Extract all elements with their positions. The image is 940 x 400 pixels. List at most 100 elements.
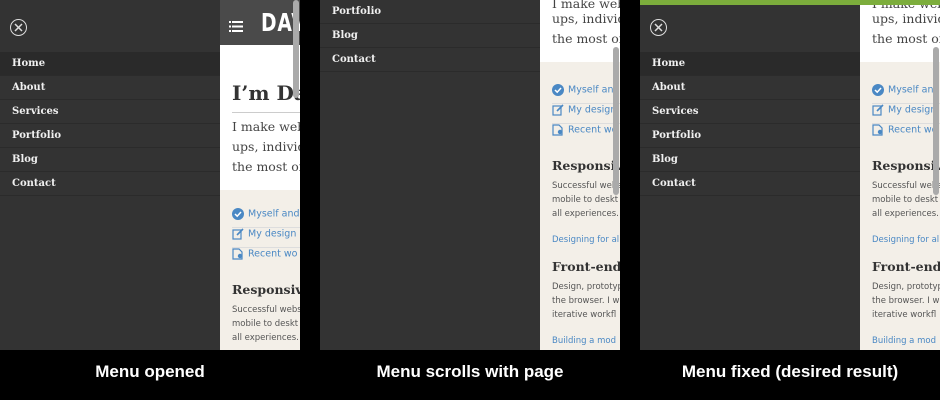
menu-item-contact[interactable]: Contact [640, 172, 860, 196]
scrollbar[interactable] [613, 47, 619, 195]
panel-menu-opened: Home About Services Portfolio Blog Conta… [0, 0, 300, 350]
section-heading: Front-end I [552, 259, 620, 274]
menu-item-blog[interactable]: Blog [0, 148, 220, 172]
section-link[interactable]: Designing for al [552, 235, 619, 245]
off-canvas-menu: Home About Services Portfolio Blog Conta… [640, 0, 860, 350]
hero: I make web ups, individ the most of [860, 0, 940, 62]
link-design[interactable]: My design [552, 104, 616, 124]
menu-item-services[interactable]: Services [0, 100, 220, 124]
menu-item-blog[interactable]: Blog [640, 148, 860, 172]
caption-menu-opened: Menu opened [95, 362, 205, 381]
hero-line: ups, individ [872, 11, 940, 26]
menu-item-home[interactable]: Home [0, 52, 220, 76]
hamburger-icon[interactable] [229, 17, 243, 36]
section-heading: Responsive [552, 158, 620, 173]
hero-line: ups, individ [552, 11, 620, 26]
check-circle-icon [872, 84, 884, 96]
link-myself[interactable]: Myself and [232, 208, 300, 228]
menu-item-blog[interactable]: Blog [320, 24, 540, 48]
document-icon [552, 124, 564, 136]
section-heading: Responsive [232, 282, 300, 297]
hero-line: ups, individ [232, 139, 300, 154]
section-text: Successful webs [872, 181, 940, 191]
off-canvas-menu: Portfolio Blog Contact [320, 0, 540, 350]
close-icon[interactable] [650, 19, 667, 36]
document-icon [232, 248, 244, 260]
hero-line: the most of [232, 159, 300, 174]
link-label: Recent wo [888, 124, 938, 136]
section-text: Design, prototyp [872, 282, 940, 292]
nav-menu: Portfolio Blog Contact [320, 0, 540, 72]
link-recent[interactable]: Recent wo [552, 124, 617, 144]
link-recent[interactable]: Recent wo [872, 124, 937, 144]
edit-icon [232, 228, 244, 240]
hero: I make web ups, individ the most of [540, 0, 620, 62]
document-icon [872, 124, 884, 136]
link-label: My design [888, 104, 937, 116]
section-text: iterative workfl [872, 310, 937, 320]
menu-item-portfolio[interactable]: Portfolio [320, 0, 540, 24]
link-myself[interactable]: Myself and [552, 84, 620, 104]
edit-icon [872, 104, 884, 116]
check-circle-icon [232, 208, 244, 220]
scrollbar[interactable] [293, 0, 299, 98]
section-text: Design, prototyp [552, 282, 620, 292]
section-text: mobile to deskt [552, 195, 619, 205]
panel-menu-scrolls: Portfolio Blog Contact I make web ups, i… [320, 0, 620, 350]
hero-line: the most of [872, 31, 940, 46]
section-link[interactable]: Building a mod [552, 336, 616, 346]
section-text: mobile to deskt [872, 195, 939, 205]
menu-item-services[interactable]: Services [640, 100, 860, 124]
section-text: all experiences. [872, 209, 939, 219]
link-label: Myself and [568, 84, 620, 96]
page-content: I make web ups, individ the most of Myse… [540, 0, 620, 350]
link-label: My design [248, 228, 297, 240]
site-header: DAV [220, 0, 300, 45]
section-text: all experiences. [232, 333, 299, 343]
section-link[interactable]: Designing for al [872, 235, 939, 245]
nav-menu: Home About Services Portfolio Blog Conta… [640, 52, 860, 196]
menu-item-home[interactable]: Home [640, 52, 860, 76]
hero-line: the most of [552, 31, 620, 46]
link-design[interactable]: My design [872, 104, 936, 124]
menu-item-contact[interactable]: Contact [320, 48, 540, 72]
hero-title: I’m Da [232, 81, 300, 105]
section-heading: Front-end I [872, 259, 940, 274]
section-text: all experiences. [552, 209, 619, 219]
menu-item-portfolio[interactable]: Portfolio [0, 124, 220, 148]
section-text: iterative workfl [552, 310, 617, 320]
close-icon[interactable] [10, 19, 27, 36]
link-recent[interactable]: Recent wo [232, 248, 297, 268]
link-label: Myself and [248, 208, 300, 220]
panel-menu-fixed: Home About Services Portfolio Blog Conta… [640, 0, 940, 350]
scrollbar[interactable] [933, 47, 939, 195]
check-circle-icon [552, 84, 564, 96]
edit-icon [552, 104, 564, 116]
off-canvas-menu: Home About Services Portfolio Blog Conta… [0, 0, 220, 350]
accent-bar [640, 0, 940, 5]
section-heading: Responsive [872, 158, 940, 173]
menu-item-contact[interactable]: Contact [0, 172, 220, 196]
section-text: the browser. I w [872, 296, 940, 306]
section-text: Successful webs [552, 181, 620, 191]
hero-rule [232, 112, 300, 113]
caption-menu-scrolls: Menu scrolls with page [376, 362, 564, 381]
link-myself[interactable]: Myself and [872, 84, 940, 104]
menu-item-about[interactable]: About [0, 76, 220, 100]
hero: I’m Da I make web ups, individ the most … [220, 45, 300, 190]
menu-item-about[interactable]: About [640, 76, 860, 100]
link-label: Myself and [888, 84, 940, 96]
page-content: I make web ups, individ the most of Myse… [860, 0, 940, 350]
link-label: My design [568, 104, 617, 116]
section-text: the browser. I w [552, 296, 620, 306]
hero-line: I make web [232, 119, 300, 134]
page-content: DAV I’m Da I make web ups, individ the m… [220, 0, 300, 350]
section-text: mobile to deskt [232, 319, 299, 329]
section-link[interactable]: Building a mod [872, 336, 936, 346]
caption-menu-fixed: Menu fixed (desired result) [681, 362, 899, 381]
nav-menu: Home About Services Portfolio Blog Conta… [0, 52, 220, 196]
section-text: Successful webs [232, 305, 300, 315]
menu-item-portfolio[interactable]: Portfolio [640, 124, 860, 148]
link-design[interactable]: My design [232, 228, 296, 248]
link-label: Recent wo [248, 248, 298, 260]
